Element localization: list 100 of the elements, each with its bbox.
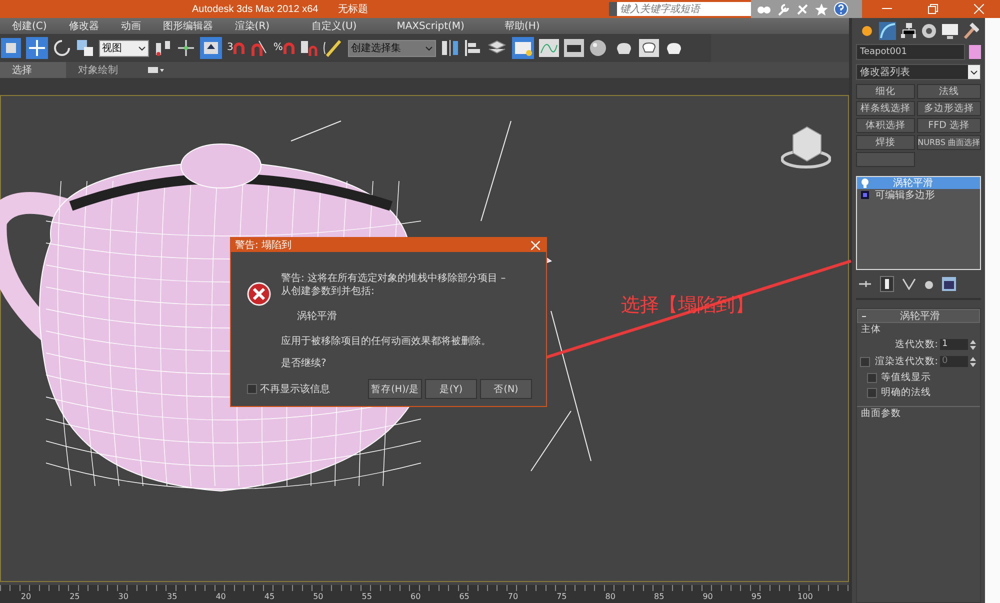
object-name-field[interactable]: Teapot001 <box>856 44 965 60</box>
material-editor-icon[interactable] <box>588 39 609 57</box>
square-icon <box>861 191 869 199</box>
menu-item[interactable]: 创建(C) <box>12 19 47 33</box>
mirror-icon[interactable] <box>440 39 459 57</box>
modify-curve-icon[interactable] <box>878 22 896 40</box>
menu-item[interactable]: 自定义(U) <box>312 19 357 33</box>
frame-number: 45 <box>264 592 275 601</box>
frame-number: 75 <box>556 592 567 601</box>
frame-number: 65 <box>459 592 470 601</box>
modifier-stack-item[interactable]: 可编辑多边形 <box>857 189 980 201</box>
option-label: 明确的法线 <box>881 386 931 399</box>
pin-icon[interactable] <box>858 279 872 289</box>
view-dropdown[interactable]: 视图 <box>99 40 149 56</box>
dialog-button[interactable]: 是(Y) <box>425 379 477 399</box>
frame-number: 35 <box>167 592 178 601</box>
motion-icon[interactable] <box>920 22 938 40</box>
help-icon[interactable] <box>834 2 848 16</box>
minimize-icon[interactable] <box>882 8 892 10</box>
object-color-swatch[interactable] <box>969 45 981 59</box>
modifier-list-dropdown[interactable]: 修改器列表 <box>856 64 981 80</box>
frame-number: 60 <box>410 592 421 601</box>
scale-icon[interactable] <box>76 39 94 57</box>
select-object-icon[interactable] <box>1 38 21 58</box>
frame-number: 95 <box>751 592 762 601</box>
modifier-button[interactable]: 样条线选择 <box>856 101 915 116</box>
dont-show-label: 不再显示该信息 <box>260 382 330 396</box>
group-label: 主体 <box>860 323 882 336</box>
move-icon[interactable] <box>26 37 48 59</box>
percent-snap-label: % <box>273 42 283 53</box>
error-icon <box>247 282 271 306</box>
frame-number: 90 <box>702 592 713 601</box>
modifier-button[interactable]: 法线 <box>916 84 981 99</box>
spinner-snap-icon[interactable] <box>300 39 318 57</box>
menu-item[interactable]: 修改器 <box>68 19 99 33</box>
modifier-button[interactable]: 细化 <box>856 84 915 99</box>
document-name: 无标题 <box>338 2 368 16</box>
configure-icon[interactable] <box>942 277 956 291</box>
align-icon[interactable] <box>464 39 482 57</box>
caret-icon[interactable] <box>138 46 146 50</box>
wrench-icon[interactable] <box>777 2 790 16</box>
manipulate-icon[interactable] <box>200 37 222 59</box>
pencil-icon[interactable] <box>322 38 343 58</box>
modifier-button[interactable]: NURBS 曲面选择 <box>916 135 981 150</box>
close-icon[interactable] <box>974 4 984 14</box>
rendered-frame-icon[interactable] <box>638 39 659 57</box>
dialog-button[interactable]: 否(N) <box>480 379 532 399</box>
rollout-title: 涡轮平滑 <box>900 310 940 323</box>
option-checkbox[interactable] <box>867 388 877 398</box>
schematic-icon[interactable] <box>564 39 584 57</box>
display-icon[interactable] <box>941 22 958 40</box>
modifier-button[interactable]: 体积选择 <box>856 118 915 133</box>
menu-item[interactable]: 渲染(R) <box>234 19 270 33</box>
axis-icon[interactable] <box>177 39 195 57</box>
hammer-icon[interactable] <box>962 22 979 40</box>
menu-item[interactable]: MAXScript(M) <box>396 20 464 32</box>
iterations-spinner[interactable]: 1 <box>940 339 968 350</box>
ribbon-tab[interactable]: 选择 <box>0 62 66 78</box>
render-iterations-checkbox[interactable] <box>860 356 870 366</box>
rollout-header[interactable]: 涡轮平滑 <box>857 309 980 323</box>
modifier-button[interactable]: 多边形选择 <box>916 101 981 116</box>
search-field[interactable]: 键入关键字或短语 <box>609 2 751 16</box>
ribbon-tab[interactable]: 对象绘制 <box>66 62 132 78</box>
star-icon[interactable] <box>815 2 828 16</box>
frame-number: 100 <box>798 592 813 601</box>
menu-item[interactable]: 图形编辑器 <box>162 19 213 33</box>
ribbon-options-icon[interactable] <box>148 67 164 73</box>
frame-number: 55 <box>362 592 372 601</box>
hierarchy-icon[interactable] <box>900 22 916 40</box>
rotate-icon[interactable] <box>53 39 71 57</box>
render-iterations-spinner[interactable]: 0 <box>940 356 968 367</box>
modifier-stack-item[interactable]: 涡轮平滑 <box>857 177 980 189</box>
curve-editor-icon[interactable] <box>538 39 559 57</box>
pivot-icon[interactable] <box>154 39 172 57</box>
show-end-result-icon[interactable] <box>880 276 894 292</box>
bulb-icon[interactable] <box>861 178 869 188</box>
spinner-arrows-icon[interactable] <box>970 338 976 350</box>
unique-icon[interactable] <box>902 278 916 290</box>
menu-item[interactable]: 帮助(H) <box>504 19 540 33</box>
angle-snap-icon[interactable] <box>250 39 268 57</box>
selection-set-dropdown[interactable]: 创建选择集 <box>348 40 436 56</box>
frame-number: 25 <box>70 592 80 601</box>
dont-show-checkbox[interactable] <box>247 384 257 394</box>
modifier-button[interactable]: 焊接 <box>856 135 915 150</box>
remove-modifier-icon[interactable] <box>924 278 934 290</box>
close-icon[interactable] <box>531 240 540 250</box>
snap-label: 3 <box>227 42 234 53</box>
spinner-arrows-icon[interactable] <box>970 356 976 368</box>
frame-number: 50 <box>313 592 324 601</box>
option-checkbox[interactable] <box>867 372 877 382</box>
render-iterations-label: 渲染迭代次数: <box>874 355 938 368</box>
caret-icon[interactable] <box>968 65 980 79</box>
modifier-button[interactable]: FFD 选择 <box>916 118 981 133</box>
modifier-name: 涡轮平滑 <box>297 310 338 323</box>
menu-item[interactable]: 动画 <box>120 19 141 33</box>
dialog-button[interactable]: 暂存(H)/是 <box>368 379 422 399</box>
timeline-ruler[interactable]: 20 25 30 35 40 45 50 55 60 65 70 75 80 85 90 95 100 <box>0 582 849 603</box>
scene-explorer-icon[interactable] <box>512 37 534 59</box>
restore-icon[interactable] <box>928 4 938 14</box>
group-label: 曲面参数 <box>857 406 980 420</box>
